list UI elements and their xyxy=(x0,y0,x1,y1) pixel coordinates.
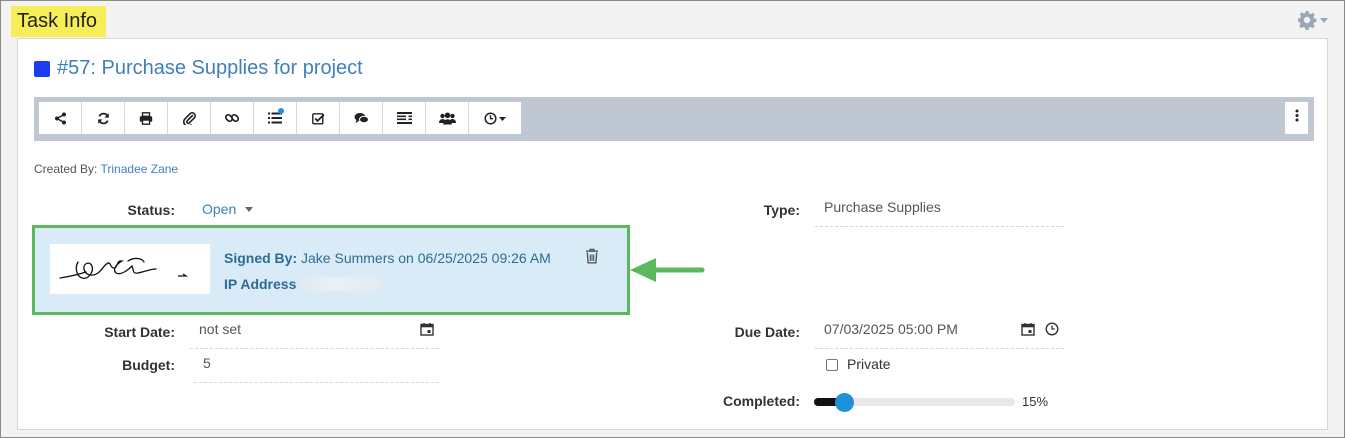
toolbar-button-group xyxy=(39,102,521,134)
due-date-label: Due Date: xyxy=(734,324,800,340)
due-date-picker-button[interactable] xyxy=(1021,322,1035,341)
created-by: Created By: Trinadee Zane xyxy=(34,162,178,176)
task-info-frame: Task Info #57: Purchase Supplies for pro… xyxy=(0,0,1345,438)
checkbox-icon xyxy=(311,112,325,125)
trash-icon xyxy=(585,248,599,268)
time-menu-button[interactable] xyxy=(469,102,521,134)
gear-icon xyxy=(1297,10,1317,30)
chevron-down-icon xyxy=(245,206,254,212)
tasks-icon xyxy=(396,112,412,124)
print-button[interactable] xyxy=(125,102,168,134)
task-color-square xyxy=(34,60,50,77)
ip-address: IP Address xyxy=(224,276,383,292)
task-title[interactable]: #57: Purchase Supplies for project xyxy=(57,57,363,80)
chevron-down-icon xyxy=(1320,17,1328,23)
checklist-button[interactable] xyxy=(254,102,297,134)
tasks-button[interactable] xyxy=(383,102,426,134)
ip-address-label: IP Address xyxy=(224,276,297,292)
calendar-icon xyxy=(420,323,434,340)
share-button[interactable] xyxy=(39,102,82,134)
section-title: Task Info xyxy=(11,6,107,37)
vertical-ellipsis-icon xyxy=(1295,109,1299,127)
settings-menu[interactable] xyxy=(1297,10,1328,30)
completed-slider[interactable] xyxy=(814,393,1015,412)
created-by-label: Created By: xyxy=(34,162,98,176)
clock-icon xyxy=(1045,322,1059,340)
signed-by-value: Jake Summers on 06/25/2025 09:26 AM xyxy=(301,250,551,266)
slider-thumb[interactable] xyxy=(835,393,854,412)
clock-icon xyxy=(484,111,506,125)
completed-percent: 15% xyxy=(1022,394,1049,409)
link-icon xyxy=(225,111,239,125)
task-toolbar xyxy=(34,97,1314,141)
more-options-button[interactable] xyxy=(1285,102,1308,134)
status-value: Open xyxy=(202,201,237,217)
delete-signature-button[interactable] xyxy=(585,248,599,269)
signature-image xyxy=(50,244,210,294)
calendar-icon xyxy=(1021,323,1035,340)
refresh-button[interactable] xyxy=(82,102,125,134)
task-heading: #57: Purchase Supplies for project xyxy=(34,57,363,80)
due-time-picker-button[interactable] xyxy=(1045,322,1059,341)
ip-address-redacted xyxy=(298,277,383,291)
signed-by: Signed By: Jake Summers on 06/25/2025 09… xyxy=(224,250,551,266)
type-field[interactable]: Purchase Supplies xyxy=(815,193,1064,227)
callout-arrow xyxy=(630,257,706,288)
task-panel: #57: Purchase Supplies for project Creat… xyxy=(17,38,1328,430)
start-date-field[interactable]: not set xyxy=(190,315,439,349)
users-icon xyxy=(438,112,456,125)
type-label: Type: xyxy=(763,202,800,218)
refresh-icon xyxy=(97,112,110,125)
status-dropdown[interactable]: Open xyxy=(202,201,254,217)
signature-box: Signed By: Jake Summers on 06/25/2025 09… xyxy=(32,225,630,315)
private-label: Private xyxy=(847,356,891,372)
completed-label: Completed: xyxy=(723,393,800,409)
start-date-picker-button[interactable] xyxy=(420,322,434,341)
link-button[interactable] xyxy=(211,102,254,134)
created-by-link[interactable]: Trinadee Zane xyxy=(101,162,179,176)
attach-button[interactable] xyxy=(168,102,211,134)
status-label: Status: xyxy=(127,202,175,218)
notification-dot xyxy=(278,108,284,114)
approval-button[interactable] xyxy=(297,102,340,134)
print-icon xyxy=(139,111,153,125)
share-icon xyxy=(54,112,67,125)
budget-label: Budget: xyxy=(122,357,175,373)
start-date-label: Start Date: xyxy=(104,324,175,340)
signed-by-label: Signed By: xyxy=(224,250,298,266)
comments-button[interactable] xyxy=(340,102,383,134)
budget-field[interactable]: 5 xyxy=(194,349,439,383)
private-checkbox[interactable] xyxy=(826,359,838,371)
users-button[interactable] xyxy=(426,102,469,134)
comments-icon xyxy=(354,112,369,125)
paperclip-icon xyxy=(182,111,196,125)
